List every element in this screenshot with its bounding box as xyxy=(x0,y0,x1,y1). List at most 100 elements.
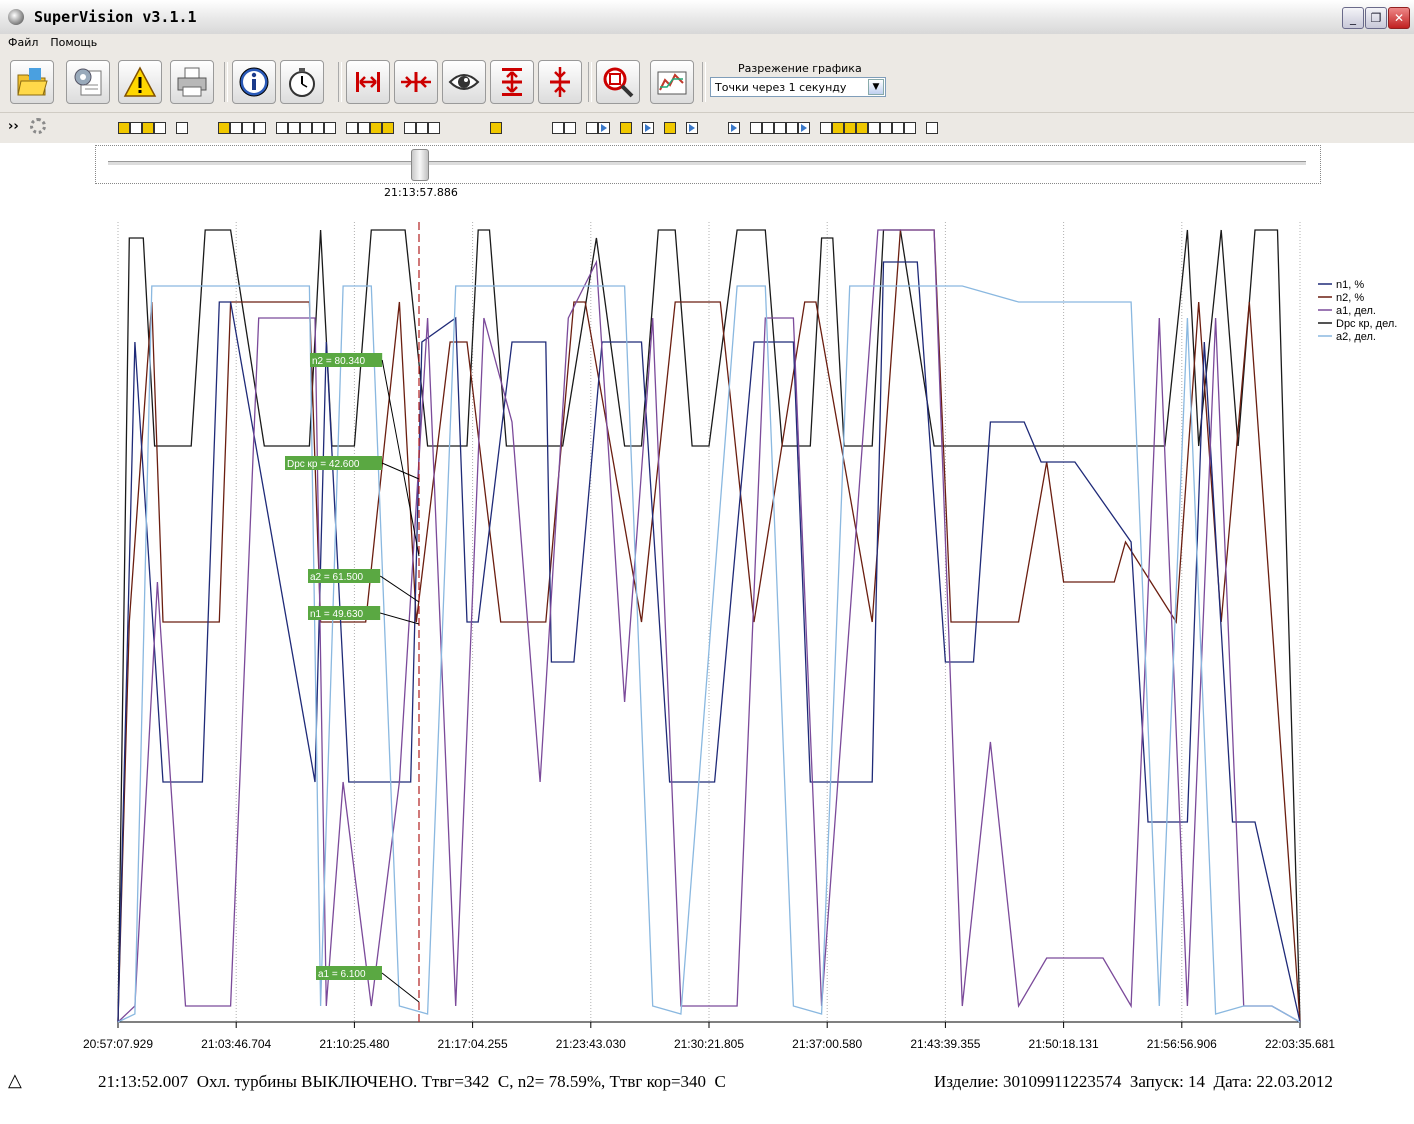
legend-label: a2, дел. xyxy=(1336,331,1376,343)
event-marker[interactable] xyxy=(324,122,336,134)
restore-button[interactable]: ❐ xyxy=(1365,7,1387,29)
event-marker[interactable] xyxy=(358,122,370,134)
chart-properties-icon xyxy=(657,71,687,95)
annotation-label: n1 = 49.630 xyxy=(310,609,364,620)
menu-file[interactable]: Файл xyxy=(0,34,42,49)
event-marker[interactable] xyxy=(926,122,938,134)
event-marker[interactable] xyxy=(428,122,440,134)
zoom-out-time-button[interactable] xyxy=(394,60,438,104)
warnings-button[interactable] xyxy=(118,60,162,104)
expand-arrows-icon[interactable]: ›› xyxy=(8,119,19,134)
toolbar xyxy=(0,54,1414,113)
event-marker[interactable] xyxy=(620,122,632,134)
annotation-label: n2 = 80.340 xyxy=(312,356,366,367)
event-marker[interactable] xyxy=(774,122,786,134)
print-button[interactable] xyxy=(170,60,214,104)
time-slider[interactable] xyxy=(95,145,1321,184)
chart-properties-button[interactable] xyxy=(650,60,694,104)
event-marker[interactable] xyxy=(564,122,576,134)
event-marker[interactable] xyxy=(832,122,844,134)
event-marker[interactable] xyxy=(728,122,740,134)
legend-label: n1, % xyxy=(1336,279,1364,291)
event-marker[interactable] xyxy=(142,122,154,134)
event-marker[interactable] xyxy=(230,122,242,134)
stopwatch-button[interactable] xyxy=(280,60,324,104)
open-folder-icon xyxy=(17,68,48,96)
resolution-select[interactable]: Точки через 1 секунду ▼ xyxy=(710,77,886,97)
event-marker[interactable] xyxy=(154,122,166,134)
event-marker[interactable] xyxy=(490,122,502,134)
resolution-value: Точки через 1 секунду xyxy=(715,81,847,94)
event-bar: ›› xyxy=(0,113,1414,143)
close-button[interactable]: ✕ xyxy=(1388,7,1410,29)
event-marker[interactable] xyxy=(786,122,798,134)
settings-button[interactable] xyxy=(66,60,110,104)
status-bar: △ 21:13:52.007 Охл. турбины ВЫКЛЮЧЕНО. Т… xyxy=(0,1066,1414,1102)
zoom-fit-button[interactable] xyxy=(596,60,640,104)
event-marker[interactable] xyxy=(642,122,654,134)
event-marker[interactable] xyxy=(664,122,676,134)
x-tick-label: 21:17:04.255 xyxy=(438,1037,508,1051)
event-marker[interactable] xyxy=(552,122,564,134)
event-marker[interactable] xyxy=(586,122,598,134)
event-marker[interactable] xyxy=(856,122,868,134)
annotation-label: Dpc кр = 42.600 xyxy=(287,459,360,470)
event-marker[interactable] xyxy=(416,122,428,134)
annotation-leader xyxy=(381,972,420,1003)
event-marker[interactable] xyxy=(300,122,312,134)
event-marker[interactable] xyxy=(904,122,916,134)
stopwatch-icon xyxy=(289,68,315,97)
annotation-leader xyxy=(381,462,420,480)
trend-chart[interactable]: 20:57:07.929 21:03:46.704 21:10:25.480 21:1… xyxy=(0,196,1414,1066)
event-marker[interactable] xyxy=(176,122,188,134)
event-marker[interactable] xyxy=(762,122,774,134)
event-marker[interactable] xyxy=(598,122,610,134)
event-marker[interactable] xyxy=(868,122,880,134)
zoom-in-value-button[interactable] xyxy=(490,60,534,104)
event-marker[interactable] xyxy=(686,122,698,134)
slider-track xyxy=(108,161,1306,166)
event-marker[interactable] xyxy=(382,122,394,134)
x-tick-label: 22:03:35.681 xyxy=(1265,1037,1335,1051)
value-annotation: Dpc кр = 42.600 xyxy=(285,456,420,480)
event-marker[interactable] xyxy=(370,122,382,134)
x-tick-label: 21:37:00.580 xyxy=(792,1037,862,1051)
event-marker[interactable] xyxy=(880,122,892,134)
menu-help[interactable]: Помощь xyxy=(42,34,101,49)
event-marker[interactable] xyxy=(118,122,130,134)
info-button[interactable] xyxy=(232,60,276,104)
legend-label: n2, % xyxy=(1336,292,1364,304)
event-marker[interactable] xyxy=(404,122,416,134)
event-marker[interactable] xyxy=(750,122,762,134)
annotation-label: a1 = 6.100 xyxy=(318,969,366,980)
resolution-label: Разрежение графика xyxy=(738,62,862,75)
event-marker[interactable] xyxy=(346,122,358,134)
event-marker[interactable] xyxy=(254,122,266,134)
annotation-leader xyxy=(379,575,420,603)
zoom-in-time-button[interactable] xyxy=(346,60,390,104)
event-marker[interactable] xyxy=(242,122,254,134)
view-button[interactable] xyxy=(442,60,486,104)
event-marker[interactable] xyxy=(130,122,142,134)
open-folder-button[interactable] xyxy=(10,60,54,104)
settings-icon xyxy=(74,68,102,96)
event-marker[interactable] xyxy=(844,122,856,134)
event-marker[interactable] xyxy=(218,122,230,134)
minimize-button[interactable]: _ xyxy=(1342,7,1364,29)
event-marker[interactable] xyxy=(312,122,324,134)
slider-thumb[interactable] xyxy=(411,149,429,181)
value-annotation: n2 = 80.340 xyxy=(310,353,420,557)
zoom-in-time-icon xyxy=(356,72,380,92)
zoom-out-value-button[interactable] xyxy=(538,60,582,104)
event-marker[interactable] xyxy=(276,122,288,134)
chevron-down-icon[interactable]: ▼ xyxy=(868,79,884,95)
annotation-leader xyxy=(381,359,420,557)
x-tick-label: 20:57:07.929 xyxy=(83,1037,153,1051)
event-marker[interactable] xyxy=(798,122,810,134)
event-marker[interactable] xyxy=(892,122,904,134)
event-marker[interactable] xyxy=(288,122,300,134)
gear-icon[interactable] xyxy=(30,118,46,134)
triangle-icon[interactable]: △ xyxy=(8,1070,22,1091)
info-icon xyxy=(239,67,269,97)
event-marker[interactable] xyxy=(820,122,832,134)
